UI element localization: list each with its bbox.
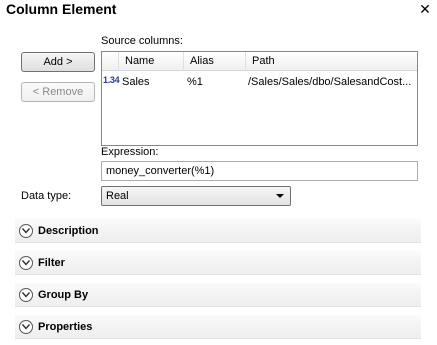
- column-header-alias[interactable]: Alias: [183, 52, 245, 71]
- cell-alias: %1: [187, 76, 203, 88]
- data-type-select[interactable]: Real: [101, 186, 291, 206]
- remove-button[interactable]: < Remove: [21, 82, 95, 102]
- section-properties[interactable]: Properties: [15, 315, 421, 339]
- section-description[interactable]: Description: [15, 219, 421, 243]
- data-type-value: Real: [106, 190, 129, 202]
- cell-path: /Sales/Sales/dbo/SalesandCost...: [248, 76, 412, 88]
- close-icon[interactable]: ✕: [418, 2, 432, 16]
- expression-label: Expression:: [101, 146, 159, 158]
- add-button[interactable]: Add >: [21, 52, 95, 72]
- section-label: Filter: [38, 257, 65, 269]
- column-header-name[interactable]: Name: [118, 52, 178, 71]
- source-columns-grid[interactable]: Name Alias Path 1.34 Sales %1 /Sales/Sal…: [101, 51, 418, 146]
- section-filter[interactable]: Filter: [15, 251, 421, 275]
- expression-input[interactable]: money_converter(%1): [101, 161, 418, 181]
- grid-header: Name Alias Path: [102, 52, 417, 71]
- expand-chevron-icon: [19, 224, 33, 238]
- dialog-title: Column Element: [6, 1, 117, 17]
- chevron-down-icon: [276, 194, 284, 198]
- source-columns-label: Source columns:: [101, 35, 183, 47]
- section-label: Description: [38, 225, 99, 237]
- table-row[interactable]: 1.34 Sales %1 /Sales/Sales/dbo/SalesandC…: [102, 72, 417, 92]
- cell-name: Sales: [122, 76, 150, 88]
- column-header-path[interactable]: Path: [245, 52, 417, 71]
- expand-chevron-icon: [19, 288, 33, 302]
- numeric-type-icon: 1.34: [103, 75, 120, 85]
- expand-chevron-icon: [19, 256, 33, 270]
- section-label: Group By: [38, 289, 89, 301]
- section-label: Properties: [38, 321, 93, 333]
- expand-chevron-icon: [19, 320, 33, 334]
- data-type-label: Data type:: [21, 190, 72, 202]
- section-group-by[interactable]: Group By: [15, 283, 421, 307]
